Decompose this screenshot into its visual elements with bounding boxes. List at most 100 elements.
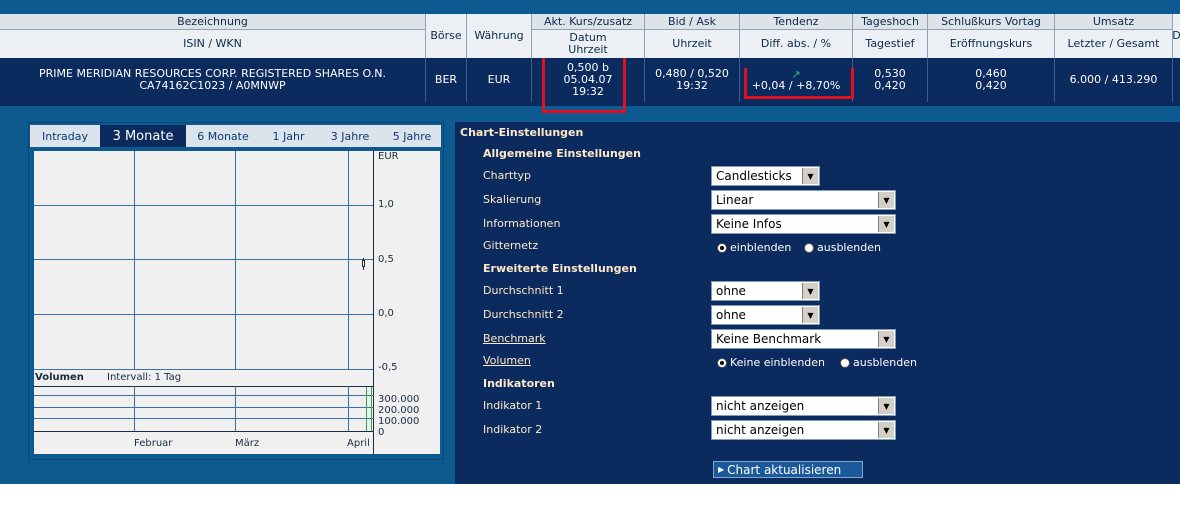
header-isin-wkn: ISIN / WKN	[0, 30, 426, 58]
benchmark-link[interactable]: Benchmark	[483, 332, 546, 345]
gridline	[34, 369, 374, 370]
y-tick-label: 1,0	[378, 199, 394, 210]
gridline	[134, 386, 135, 431]
gridline	[34, 407, 374, 408]
header-umsatz-sub: Letzter / Gesamt	[1055, 30, 1173, 58]
avg2-select[interactable]: ohne ▼	[711, 305, 820, 325]
row-name-cell[interactable]: PRIME MERIDIAN RESOURCES CORP. REGISTERE…	[0, 58, 426, 102]
gridline	[348, 151, 349, 369]
section-advanced: Erweiterte Einstellungen	[483, 262, 637, 275]
vol-tick-label: 0	[378, 427, 385, 438]
gridline	[235, 386, 236, 431]
tab-3-monate[interactable]: 3 Monate	[100, 125, 187, 147]
dropdown-arrow-icon: ▼	[878, 398, 894, 414]
chart-plot-area: EUR 1,0 0,5 0,0 -0,5 Volumen Intervall: …	[34, 151, 440, 454]
row-umsatz: 6.000 / 413.290	[1055, 58, 1173, 102]
y-tick-label: -0,5	[378, 362, 398, 373]
header-waehrung: Währung	[467, 14, 532, 58]
section-indicators: Indikatoren	[483, 377, 555, 390]
benchmark-select[interactable]: Keine Benchmark ▼	[711, 329, 896, 349]
volume-on-option[interactable]: Keine einblenden	[717, 356, 825, 369]
header-diff: Diff. abs. / %	[740, 30, 853, 58]
gridline	[348, 386, 349, 431]
volume-title: Volumen	[35, 372, 84, 383]
header-uhrzeit: Uhrzeit	[568, 43, 608, 56]
instrument-isin: CA74162C1023 / A0MNWP	[139, 79, 286, 92]
dropdown-arrow-icon: ▼	[878, 331, 894, 347]
section-general: Allgemeine Einstellungen	[483, 147, 641, 160]
tab-intraday[interactable]: Intraday	[30, 125, 101, 147]
row-vortag-eroeffnung: 0,460 0,420	[928, 58, 1055, 102]
header-bezeichnung: Bezeichnung	[0, 14, 426, 30]
ind2-value: nicht anzeigen	[716, 423, 805, 437]
grid-off-option[interactable]: ausblenden	[804, 241, 881, 254]
gridline	[34, 314, 374, 315]
radio-checked-icon[interactable]	[717, 357, 727, 368]
header-bid-ask: Bid / Ask	[645, 14, 740, 30]
header-kurs-sub: Datum Uhrzeit	[532, 30, 645, 58]
grid-on-option[interactable]: einblenden	[717, 241, 791, 254]
informationen-select[interactable]: Keine Infos ▼	[711, 214, 896, 234]
vol-tick-label: 300.000	[378, 394, 420, 405]
dropdown-arrow-icon: ▼	[802, 283, 818, 299]
skalierung-select[interactable]: Linear ▼	[711, 190, 896, 210]
radio-checked-icon[interactable]	[717, 242, 727, 253]
charttyp-select[interactable]: Candlesticks ▼	[711, 166, 820, 186]
gridline	[34, 205, 374, 206]
tab-3-jahre[interactable]: 3 Jahre	[317, 125, 384, 147]
skalierung-label: Skalierung	[483, 193, 542, 206]
volume-off-label: ausblenden	[853, 356, 917, 369]
header-kurs: Akt. Kurs/zusatz	[532, 14, 645, 30]
x-month-label: Februar	[134, 438, 173, 449]
tab-6-monate[interactable]: 6 Monate	[186, 125, 261, 147]
vol-tick-label: 200.000	[378, 405, 420, 416]
dropdown-arrow-icon: ▼	[878, 422, 894, 438]
y-axis	[373, 151, 374, 454]
dropdown-arrow-icon: ▼	[802, 168, 818, 184]
radio-unchecked-icon[interactable]	[804, 242, 814, 253]
play-arrow-icon: ▶	[718, 465, 725, 474]
highlight-diff-box	[744, 68, 854, 99]
highlight-kurs-box	[542, 58, 626, 113]
y-axis-currency: EUR	[378, 151, 399, 162]
grid-off-label: ausblenden	[817, 241, 881, 254]
tab-5-jahre[interactable]: 5 Jahre	[383, 125, 441, 147]
header-tendenz: Tendenz	[740, 14, 853, 30]
dropdown-arrow-icon: ▼	[878, 216, 894, 232]
x-month-label: April	[347, 438, 370, 449]
row-cutoff	[1173, 58, 1180, 102]
charttyp-value: Candlesticks	[716, 169, 792, 183]
tief-value: 0,420	[874, 79, 906, 92]
y-tick-label: 0,0	[378, 308, 394, 319]
informationen-value: Keine Infos	[716, 217, 782, 231]
row-hoch-tief: 0,530 0,420	[853, 58, 928, 102]
gridline	[34, 395, 374, 396]
settings-title: Chart-Einstellungen	[460, 126, 584, 139]
header-tagestief: Tagestief	[853, 30, 928, 58]
skalierung-value: Linear	[716, 193, 754, 207]
header-umsatz: Umsatz	[1055, 14, 1173, 30]
ind1-value: nicht anzeigen	[716, 399, 805, 413]
ind2-select[interactable]: nicht anzeigen ▼	[711, 420, 896, 440]
row-waehrung: EUR	[467, 58, 532, 102]
eroeffnung-value: 0,420	[975, 79, 1007, 92]
avg1-value: ohne	[716, 284, 746, 298]
row-boerse: BER	[426, 58, 467, 102]
volume-interval: Intervall: 1 Tag	[107, 372, 182, 383]
ind1-select[interactable]: nicht anzeigen ▼	[711, 396, 896, 416]
radio-unchecked-icon[interactable]	[840, 357, 850, 368]
dropdown-arrow-icon: ▼	[878, 192, 894, 208]
tab-1-jahr[interactable]: 1 Jahr	[260, 125, 318, 147]
candle-body	[362, 260, 365, 267]
update-chart-button[interactable]: ▶ Chart aktualisieren	[713, 461, 863, 478]
volume-off-option[interactable]: ausblenden	[840, 356, 917, 369]
header-cutoff: D	[1172, 14, 1180, 58]
x-month-label: März	[235, 438, 260, 449]
update-chart-label: Chart aktualisieren	[727, 462, 842, 477]
benchmark-value: Keine Benchmark	[716, 332, 822, 346]
volumen-link[interactable]: Volumen	[483, 354, 531, 367]
avg1-select[interactable]: ohne ▼	[711, 281, 820, 301]
header-boerse: Börse	[426, 14, 467, 58]
gridline	[34, 418, 374, 419]
header-eroeffnung: Eröffnungskurs	[928, 30, 1055, 58]
